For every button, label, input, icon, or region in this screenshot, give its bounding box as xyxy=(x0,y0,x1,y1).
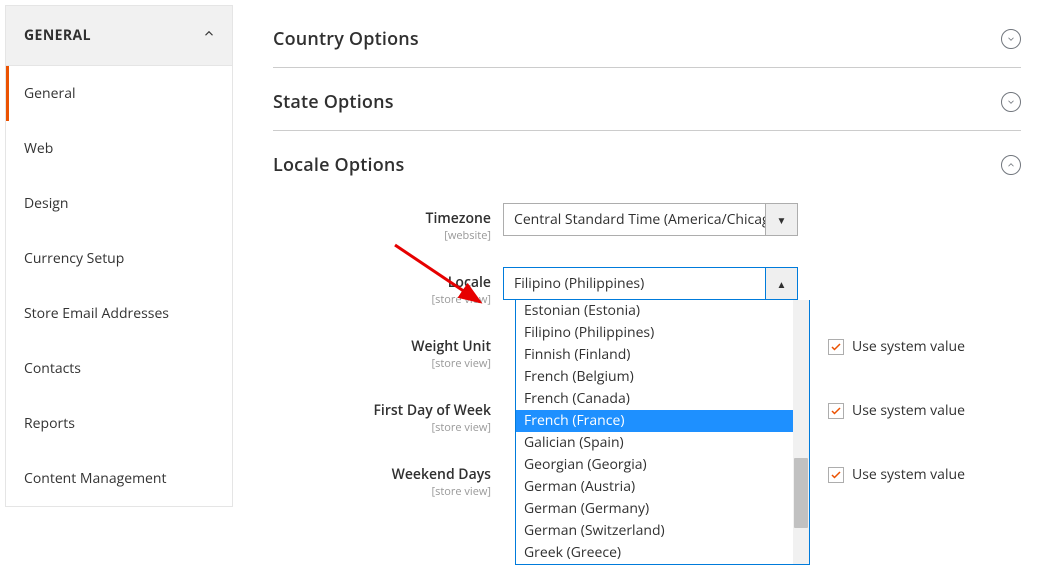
sidebar-item-web[interactable]: Web xyxy=(6,121,232,176)
locale-options-body: Timezone [website] Central Standard Time… xyxy=(273,193,1021,499)
sidebar-group-label: GENERAL xyxy=(24,26,91,45)
use-system-checkbox[interactable] xyxy=(828,403,844,419)
locale-option[interactable]: German (Germany) xyxy=(516,498,793,520)
scope-label: [website] xyxy=(273,228,491,243)
use-system-label: Use system value xyxy=(852,337,965,356)
use-system-checkbox[interactable] xyxy=(828,467,844,483)
section-title: Country Options xyxy=(273,27,419,51)
locale-option[interactable]: German (Austria) xyxy=(516,476,793,498)
section-locale-options[interactable]: Locale Options xyxy=(273,131,1021,193)
config-sidebar: GENERAL GeneralWebDesignCurrency SetupSt… xyxy=(5,5,233,523)
locale-option[interactable]: French (France) xyxy=(516,410,793,432)
sidebar-item-content-management[interactable]: Content Management xyxy=(6,451,232,506)
chevron-up-icon xyxy=(1001,155,1021,175)
field-label: First Day of Week xyxy=(273,401,491,420)
section-state-options[interactable]: State Options xyxy=(273,68,1021,131)
sidebar-item-design[interactable]: Design xyxy=(6,176,232,231)
sidebar-group-general[interactable]: GENERAL xyxy=(5,5,233,66)
locale-option-list: Estonian (Estonia)Filipino (Philippines)… xyxy=(516,300,793,564)
caret-down-icon: ▼ xyxy=(765,204,797,235)
locale-option[interactable]: French (Belgium) xyxy=(516,366,793,388)
caret-up-icon: ▲ xyxy=(765,268,797,299)
scope-label: [store view] xyxy=(273,292,491,307)
locale-option[interactable]: Greek (Greece) xyxy=(516,542,793,564)
locale-option[interactable]: Estonian (Estonia) xyxy=(516,300,793,322)
use-system-label: Use system value xyxy=(852,465,965,484)
row-timezone: Timezone [website] Central Standard Time… xyxy=(273,203,1021,243)
use-system-checkbox[interactable] xyxy=(828,339,844,355)
field-label: Weight Unit xyxy=(273,337,491,356)
chevron-down-icon xyxy=(1001,92,1021,112)
locale-dropdown: Estonian (Estonia)Filipino (Philippines)… xyxy=(515,300,810,565)
sidebar-item-contacts[interactable]: Contacts xyxy=(6,341,232,396)
row-locale: Locale [store view] Filipino (Philippine… xyxy=(273,267,1021,307)
dropdown-scrollbar[interactable] xyxy=(793,300,809,564)
main-content: Country Options State Options Locale Opt… xyxy=(233,5,1051,523)
locale-option[interactable]: Filipino (Philippines) xyxy=(516,322,793,344)
timezone-select[interactable]: Central Standard Time (America/Chicago) … xyxy=(503,203,798,236)
field-label: Timezone xyxy=(273,209,491,228)
section-title: Locale Options xyxy=(273,153,404,177)
field-label: Locale xyxy=(273,273,491,292)
select-value: Filipino (Philippines) xyxy=(504,268,765,299)
chevron-up-icon xyxy=(202,26,216,45)
sidebar-item-general[interactable]: General xyxy=(6,66,232,121)
chevron-down-icon xyxy=(1001,29,1021,49)
scope-label: [store view] xyxy=(273,356,491,371)
scope-label: [store view] xyxy=(273,420,491,435)
locale-option[interactable]: Galician (Spain) xyxy=(516,432,793,454)
scrollbar-thumb[interactable] xyxy=(794,458,808,528)
select-value: Central Standard Time (America/Chicago) xyxy=(504,204,765,235)
section-country-options[interactable]: Country Options xyxy=(273,5,1021,68)
locale-option[interactable]: German (Switzerland) xyxy=(516,520,793,542)
section-title: State Options xyxy=(273,90,394,114)
use-system-label: Use system value xyxy=(852,401,965,420)
locale-option[interactable]: French (Canada) xyxy=(516,388,793,410)
sidebar-item-reports[interactable]: Reports xyxy=(6,396,232,451)
locale-option[interactable]: Georgian (Georgia) xyxy=(516,454,793,476)
sidebar-items: GeneralWebDesignCurrency SetupStore Emai… xyxy=(5,66,233,507)
locale-select[interactable]: Filipino (Philippines) ▲ xyxy=(503,267,798,300)
locale-option[interactable]: Finnish (Finland) xyxy=(516,344,793,366)
field-label: Weekend Days xyxy=(273,465,491,484)
sidebar-item-currency-setup[interactable]: Currency Setup xyxy=(6,231,232,286)
scope-label: [store view] xyxy=(273,484,491,499)
sidebar-item-store-email-addresses[interactable]: Store Email Addresses xyxy=(6,286,232,341)
